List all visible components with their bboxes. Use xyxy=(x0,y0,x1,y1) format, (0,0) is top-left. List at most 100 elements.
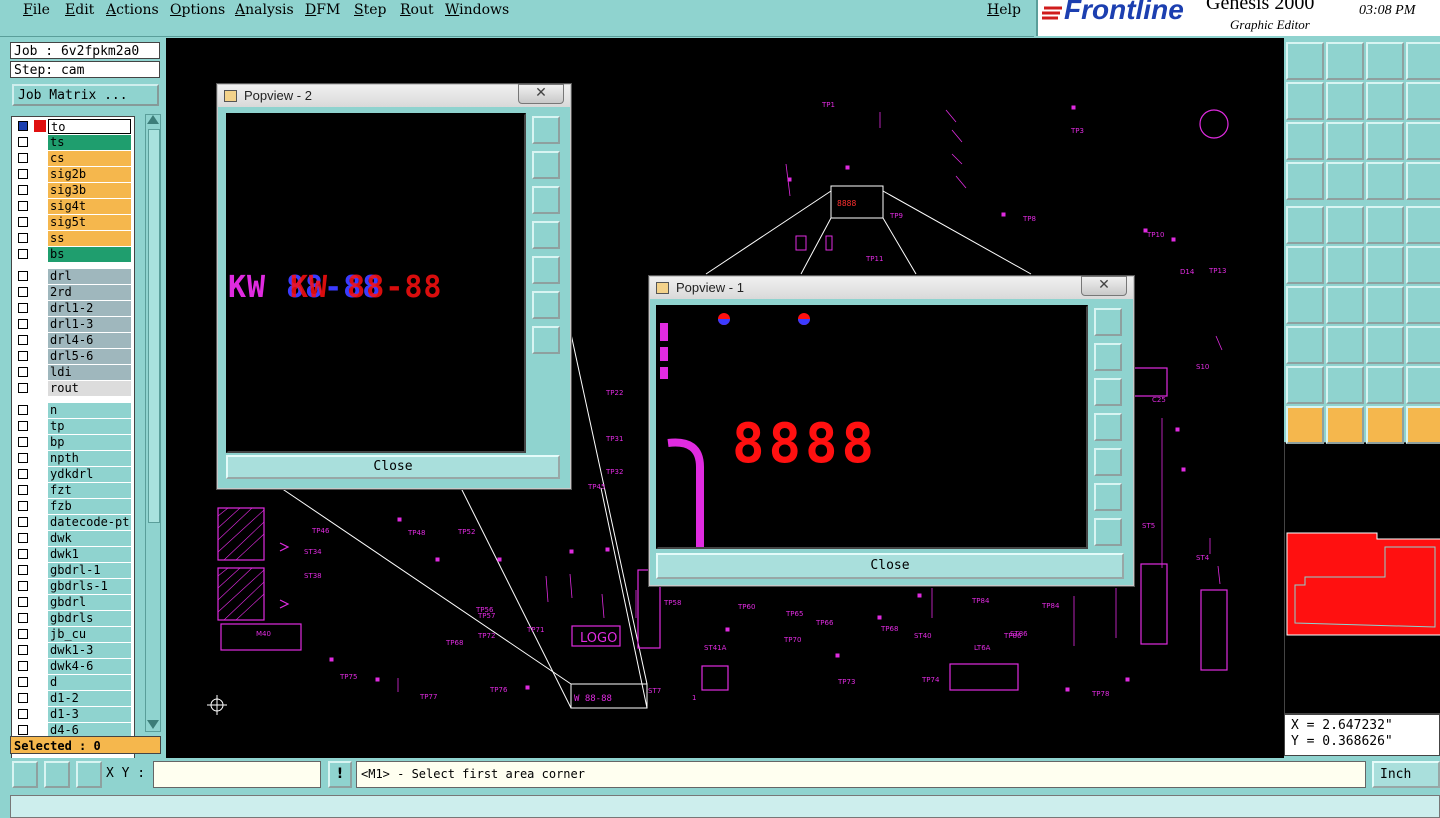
layer-checkbox[interactable] xyxy=(18,287,28,297)
layer-checkbox[interactable] xyxy=(18,629,28,639)
select-circle-icon[interactable] xyxy=(1366,406,1404,444)
snap-icon[interactable] xyxy=(12,761,38,788)
route-tool-icon[interactable] xyxy=(1406,162,1440,200)
layer-name[interactable]: drl1-3 xyxy=(48,317,131,332)
home-icon[interactable] xyxy=(1366,42,1404,80)
popview-1-screen[interactable]: 8888 xyxy=(656,305,1088,549)
layer-row-cs[interactable]: cs xyxy=(12,151,133,166)
wave-icon[interactable] xyxy=(1406,366,1440,404)
scroll-thumb[interactable] xyxy=(148,129,160,523)
layer-row-sig4t[interactable]: sig4t xyxy=(12,199,133,214)
circle-icon[interactable] xyxy=(1406,206,1440,244)
zoom-fit-icon[interactable] xyxy=(1286,122,1324,160)
menu-rout[interactable]: Rout xyxy=(400,2,434,18)
layer-name[interactable]: fzt xyxy=(48,483,131,498)
move-right-icon[interactable] xyxy=(1326,82,1364,120)
pan-down-icon[interactable] xyxy=(532,186,560,214)
layer-row-d1-2[interactable]: d1-2 xyxy=(12,691,133,706)
layer-scrollbar[interactable] xyxy=(145,114,161,732)
layer-name[interactable]: bp xyxy=(48,435,131,450)
pan-up-icon[interactable] xyxy=(532,151,560,179)
popview-2-screen[interactable]: KW 88-88 KW 88-88 xyxy=(226,113,526,453)
layer-checkbox[interactable] xyxy=(18,661,28,671)
layer-checkbox[interactable] xyxy=(18,549,28,559)
layer-name[interactable]: tp xyxy=(48,419,131,434)
menu-help[interactable]: Help xyxy=(987,2,1021,18)
units-selector[interactable]: Inch xyxy=(1372,761,1440,788)
layer-checkbox[interactable] xyxy=(18,169,28,179)
pan-up-icon[interactable] xyxy=(1094,343,1122,371)
select-arrow-icon[interactable] xyxy=(1286,406,1324,444)
layer-checkbox[interactable] xyxy=(18,271,28,281)
pan-down-icon[interactable] xyxy=(1094,378,1122,406)
layer-name[interactable]: d1-2 xyxy=(48,691,131,706)
layer-row-sig5t[interactable]: sig5t xyxy=(12,215,133,230)
menu-dfm[interactable]: DFM xyxy=(305,2,340,18)
alert-icon[interactable]: ! xyxy=(328,761,352,788)
zoom-window-icon[interactable] xyxy=(532,116,560,144)
layer-checkbox[interactable] xyxy=(18,565,28,575)
layer-name[interactable]: drl1-2 xyxy=(48,301,131,316)
layer-row-gbdrl-1[interactable]: gbdrl-1 xyxy=(12,563,133,578)
layer-name[interactable]: drl xyxy=(48,269,131,284)
layer-name[interactable]: sig4t xyxy=(48,199,131,214)
grid-icon[interactable] xyxy=(76,761,102,788)
measure-icon[interactable] xyxy=(44,761,70,788)
layer-row-drl[interactable]: drl xyxy=(12,269,133,284)
layer-name[interactable]: ldi xyxy=(48,365,131,380)
dimension-icon[interactable] xyxy=(1366,326,1404,364)
layer-checkbox[interactable] xyxy=(18,335,28,345)
popview-2-close-button[interactable]: Close xyxy=(226,455,560,479)
arch-icon[interactable] xyxy=(1366,366,1404,404)
layer-checkbox[interactable] xyxy=(18,645,28,655)
menu-options[interactable]: Options xyxy=(170,2,225,18)
layer-checkbox[interactable] xyxy=(18,303,28,313)
layer-name[interactable]: rout xyxy=(48,381,131,396)
net-tool-icon[interactable] xyxy=(1366,162,1404,200)
layer-name[interactable]: dwk xyxy=(48,531,131,546)
layer-name[interactable]: ss xyxy=(48,231,131,246)
layer-name[interactable]: cs xyxy=(48,151,131,166)
layer-row-fzt[interactable]: fzt xyxy=(12,483,133,498)
menu-actions[interactable]: Actions xyxy=(106,2,159,18)
layer-row-d[interactable]: d xyxy=(12,675,133,690)
layer-checkbox[interactable] xyxy=(18,533,28,543)
layer-row-dwk4-6[interactable]: dwk4-6 xyxy=(12,659,133,674)
layer-name[interactable]: drl5-6 xyxy=(48,349,131,364)
layer-checkbox[interactable] xyxy=(18,453,28,463)
angle-icon[interactable] xyxy=(1286,286,1324,324)
layer-row-d1-3[interactable]: d1-3 xyxy=(12,707,133,722)
menu-file[interactable]: File xyxy=(23,2,50,18)
layer-checkbox[interactable] xyxy=(18,185,28,195)
layer-name[interactable]: dwk1-3 xyxy=(48,643,131,658)
layer-name[interactable]: jb_cu xyxy=(48,627,131,642)
layer-name[interactable]: n xyxy=(48,403,131,418)
zoom-fit-icon[interactable] xyxy=(532,326,560,354)
layer-checkbox[interactable] xyxy=(18,501,28,511)
layer-checkbox[interactable] xyxy=(18,351,28,361)
layer-checkbox[interactable] xyxy=(18,709,28,719)
layer-row-ts[interactable]: ts xyxy=(12,135,133,150)
layer-row-gbdrls-1[interactable]: gbdrls-1 xyxy=(12,579,133,594)
layer-name[interactable]: 2rd xyxy=(48,285,131,300)
arrow-probe-icon[interactable] xyxy=(1406,246,1440,284)
layer-row-sig3b[interactable]: sig3b xyxy=(12,183,133,198)
menu-analysis[interactable]: Analysis xyxy=(235,2,294,18)
layer-name[interactable]: sig5t xyxy=(48,215,131,230)
layer-checkbox[interactable] xyxy=(18,613,28,623)
layer-checkbox[interactable] xyxy=(18,517,28,527)
layer-row-tp[interactable]: tp xyxy=(12,419,133,434)
layer-row-n[interactable]: n xyxy=(12,403,133,418)
layer-row-bs[interactable]: bs xyxy=(12,247,133,262)
layer-row-dwk1[interactable]: dwk1 xyxy=(12,547,133,562)
layer-checkbox[interactable] xyxy=(18,677,28,687)
layer-name[interactable]: gbdrl xyxy=(48,595,131,610)
layer-checkbox[interactable] xyxy=(18,581,28,591)
layer-checkbox[interactable] xyxy=(18,437,28,447)
layer-row-ldi[interactable]: ldi xyxy=(12,365,133,380)
line-tool-icon[interactable] xyxy=(1326,162,1364,200)
scroll-up-icon[interactable] xyxy=(147,115,159,124)
layer-checkbox[interactable] xyxy=(18,469,28,479)
move-down-icon[interactable] xyxy=(1326,42,1364,80)
layer-row-to[interactable]: to xyxy=(12,119,133,134)
